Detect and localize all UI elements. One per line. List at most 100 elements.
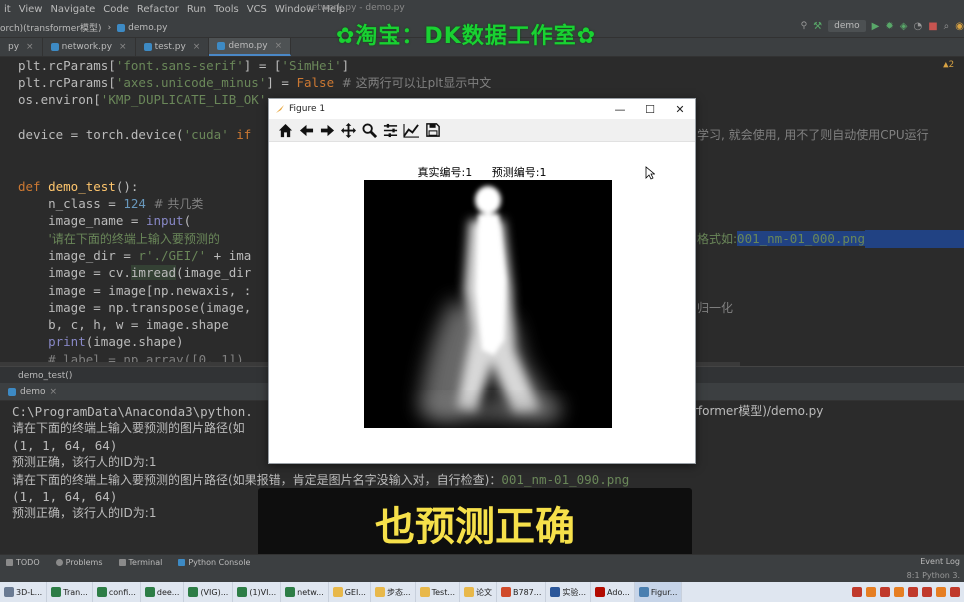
configure-icon[interactable] (382, 122, 399, 139)
taskbar-item[interactable]: confi... (93, 582, 141, 602)
tab-test-py[interactable]: test.py × (136, 38, 210, 56)
tab-py[interactable]: py × (0, 38, 43, 56)
taskbar-item[interactable]: dee... (141, 582, 185, 602)
event-log-button[interactable]: Event Log (920, 557, 960, 566)
taskbar-item[interactable]: netw... (281, 582, 329, 602)
folder-icon (374, 587, 385, 597)
cursor-position-status[interactable]: 8:1 Python 3. (907, 571, 960, 580)
figure-window[interactable]: Figure 1 — ☐ ✕ 真实编号:1 预测编号:1 (268, 98, 696, 464)
back-icon[interactable] (298, 122, 315, 139)
menu-item-run[interactable]: Run (183, 4, 210, 15)
true-id-label: 真实编号:1 (417, 166, 473, 179)
taskbar-item[interactable]: 3D-L... (0, 582, 48, 602)
terminal-tool-button[interactable]: Terminal (118, 558, 162, 567)
close-icon[interactable]: × (26, 42, 34, 52)
close-icon[interactable]: ✕ (665, 99, 695, 119)
code-line: 格式如:001_nm-01_000.png (697, 230, 964, 248)
figure-canvas[interactable]: 真实编号:1 预测编号:1 (269, 142, 695, 463)
menu-item-tools[interactable]: Tools (210, 4, 243, 15)
problems-icon (55, 559, 63, 566)
taskbar-item[interactable]: 论文 (460, 582, 497, 602)
pan-icon[interactable] (340, 122, 357, 139)
breadcrumb-project[interactable]: orch)(transformer模型) (0, 21, 108, 34)
taskbar-item[interactable]: 步态... (371, 582, 416, 602)
taskbar-item[interactable]: Tran... (47, 582, 93, 602)
python-run-icon (8, 387, 16, 396)
python-file-icon (117, 23, 126, 32)
profile-icon[interactable]: ◔ (913, 21, 922, 32)
status-bar: 8:1 Python 3. (0, 570, 964, 582)
run-toolbar: ⚲ ⚒ demo ▶ ✹ ◈ ◔ ■ ⌕ ◉ (801, 20, 964, 32)
tray-icon[interactable] (950, 587, 960, 597)
taskbar-item[interactable]: B787... (497, 582, 547, 602)
code-line: '请在下面的终端上输入要预测的 (18, 232, 220, 246)
console-line: C:\ProgramData\Anaconda3\python. (12, 404, 253, 419)
list-icon (6, 559, 13, 566)
taskbar-item[interactable]: Test... (416, 582, 460, 602)
taskbar-item[interactable]: GEI... (329, 582, 371, 602)
app-icon (501, 587, 511, 597)
tab-demo-py[interactable]: demo.py × (209, 38, 292, 56)
taskbar-item[interactable]: Figur... (634, 582, 683, 602)
taskbar-item[interactable]: 实验... (546, 582, 592, 602)
taskbar-item[interactable]: (VIG)... (184, 582, 234, 602)
close-icon[interactable]: × (193, 42, 201, 52)
menu-item-navigate[interactable]: Navigate (46, 4, 99, 15)
tray-icon[interactable] (866, 587, 876, 597)
hammer-icon[interactable]: ⚒ (813, 21, 822, 32)
minimize-icon[interactable]: — (605, 99, 635, 119)
stop-icon[interactable]: ■ (928, 21, 937, 32)
menu-item-edit[interactable]: it (0, 4, 15, 15)
home-icon[interactable] (277, 122, 294, 139)
figure-title-bar[interactable]: Figure 1 — ☐ ✕ (269, 99, 695, 119)
close-icon[interactable]: × (275, 41, 283, 51)
zoom-icon[interactable] (361, 122, 378, 139)
tab-label: network.py (61, 42, 113, 52)
tray-icon[interactable] (852, 587, 862, 597)
tray-icon[interactable] (908, 587, 918, 597)
app-icon (51, 587, 62, 597)
taskbar-item[interactable]: Ado... (591, 582, 635, 602)
tray-icon[interactable] (936, 587, 946, 597)
code-line: n_class = 124 # 共几类 (18, 196, 204, 211)
user-icon[interactable]: ⚲ (801, 21, 808, 31)
search-icon[interactable]: ⌕ (944, 21, 950, 32)
menu-item-code[interactable]: Code (99, 4, 133, 15)
taskbar-item[interactable]: (1)VI... (233, 582, 282, 602)
code-line: plt.rcParams['axes.unicode_minus'] = Fal… (18, 75, 492, 90)
coverage-icon[interactable]: ◈ (900, 21, 908, 32)
save-icon[interactable] (424, 122, 441, 139)
predicted-id-label: 预测编号:1 (491, 166, 547, 179)
gait-energy-image (364, 180, 612, 428)
close-icon[interactable]: × (50, 387, 58, 397)
warning-indicator[interactable]: ▲2 (943, 60, 954, 70)
breadcrumb-separator: › (107, 22, 112, 33)
windows-taskbar: 3D-L... Tran... confi... dee... (VIG)...… (0, 582, 964, 602)
maximize-icon[interactable]: ☐ (635, 99, 665, 119)
folder-icon (464, 587, 474, 597)
python-console-tool-button[interactable]: Python Console (178, 558, 250, 567)
folder-icon (332, 587, 343, 597)
run-tab-label[interactable]: demo (20, 387, 46, 397)
problems-tool-button[interactable]: Problems (55, 558, 103, 567)
menu-item-refactor[interactable]: Refactor (133, 4, 183, 15)
run-config-select[interactable]: demo (828, 20, 866, 32)
tray-icon[interactable] (922, 587, 932, 597)
menu-item-view[interactable]: View (15, 4, 47, 15)
menu-item-vcs[interactable]: VCS (243, 4, 271, 15)
update-icon[interactable]: ◉ (955, 21, 964, 32)
tab-label: demo.py (228, 41, 268, 51)
debug-icon[interactable]: ✹ (885, 21, 893, 32)
forward-icon[interactable] (319, 122, 336, 139)
console-line: (1, 1, 64, 64) (12, 489, 118, 504)
close-icon[interactable]: × (119, 42, 127, 52)
todo-tool-button[interactable]: TODO (6, 558, 40, 567)
tab-network-py[interactable]: network.py × (43, 38, 136, 56)
tray-icon[interactable] (880, 587, 890, 597)
tray-icon[interactable] (894, 587, 904, 597)
run-icon[interactable]: ▶ (872, 21, 880, 32)
app-icon (595, 587, 606, 597)
edit-axes-icon[interactable] (403, 122, 420, 139)
code-line: image = cv.imread(image_dir (18, 265, 252, 280)
breadcrumb-file[interactable]: demo.py (128, 23, 173, 33)
